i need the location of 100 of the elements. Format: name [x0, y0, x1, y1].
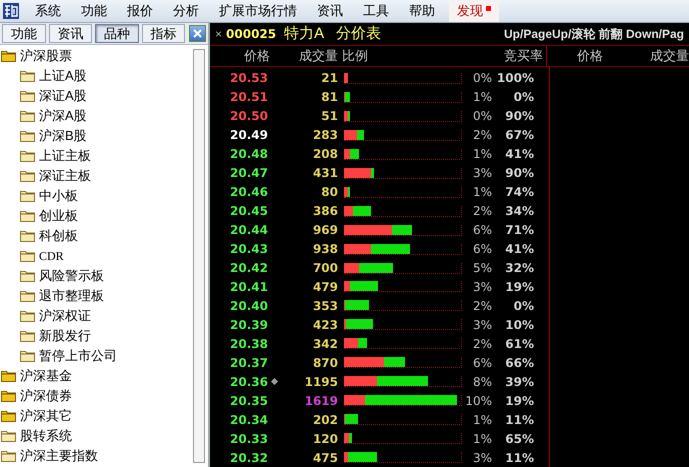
rate-cell-text: 41%: [504, 241, 534, 258]
tree-item[interactable]: 退市整理板: [39, 286, 104, 306]
rate-cell-text: 67%: [504, 127, 534, 144]
volume-cell-text: 479: [312, 278, 338, 296]
menu-item[interactable]: 扩展市场行情: [209, 0, 307, 22]
hint-text: Up/PageUp/滚轮 前翻 Down/Pag: [504, 26, 684, 43]
tree-item[interactable]: 股转系统: [20, 426, 72, 446]
folder-icon: [20, 170, 35, 182]
tree-item[interactable]: 新股发行: [39, 326, 91, 346]
menu-item[interactable]: 系统: [25, 0, 71, 22]
tree-item[interactable]: 沪深其它: [20, 406, 72, 426]
folder-icon: [20, 290, 35, 302]
menu-item[interactable]: 帮助: [399, 0, 445, 22]
tree-item[interactable]: 风险警示板: [39, 266, 104, 286]
percent-cell-text: 6%: [472, 222, 492, 240]
folder-icon: [20, 150, 35, 162]
folder-icon: [20, 130, 35, 142]
tree-item[interactable]: 沪深B股: [39, 126, 87, 146]
tree-item[interactable]: 沪深债券: [20, 386, 72, 406]
price-cell-text: 20.45: [229, 203, 268, 220]
tree-item[interactable]: 中小板: [39, 186, 78, 206]
close-button[interactable]: [189, 25, 206, 42]
menu-item[interactable]: 工具: [353, 0, 399, 22]
tree-item[interactable]: 沪深权证: [39, 306, 91, 326]
rate-cell-text: 90%: [504, 108, 534, 126]
tree-item[interactable]: 上证主板: [39, 146, 91, 166]
volume-cell-text: 870: [312, 354, 338, 372]
price-cell-text: 20.36: [229, 374, 268, 391]
price-cell-text: 20.49: [229, 127, 268, 144]
volume-cell-text: 969: [312, 222, 338, 240]
price-cell-text: 20.34: [229, 412, 268, 429]
percent-cell-text: 1%: [472, 412, 492, 429]
percent-cell-text: 3%: [472, 450, 492, 467]
tree-item[interactable]: 沪深主要指数: [20, 446, 98, 466]
percent-cell-text: 8%: [472, 374, 492, 391]
percent-cell-text: 0%: [472, 108, 492, 126]
volume-cell-text: 283: [312, 127, 338, 144]
folder-icon: [20, 230, 35, 242]
rate-cell-text: 90%: [504, 165, 534, 182]
volume-cell-text: 51: [320, 108, 338, 126]
menu-item[interactable]: 发现: [449, 0, 499, 22]
percent-cell-text: 3%: [472, 165, 492, 182]
folder-icon: [20, 110, 35, 122]
app-logo-icon[interactable]: [3, 3, 19, 19]
price-cell-text: 20.32: [229, 450, 268, 467]
folder-icon: [20, 70, 35, 82]
price-cell-text: 20.47: [229, 165, 268, 182]
sidebar-tab[interactable]: 品种: [95, 24, 139, 43]
menu-item[interactable]: 功能: [71, 0, 117, 22]
close-button[interactable]: ×: [215, 25, 222, 43]
volume-cell-text: 120: [312, 430, 338, 448]
menu-item[interactable]: 资讯: [307, 0, 353, 22]
rate-cell-text: 19%: [504, 278, 534, 296]
tree-item[interactable]: 上证A股: [39, 66, 87, 86]
percent-cell-text: 0%: [472, 70, 492, 88]
price-cell-text: 20.48: [229, 146, 268, 164]
folder-icon: [20, 250, 35, 262]
tree-item[interactable]: 深证A股: [39, 86, 87, 106]
menu-item[interactable]: 分析: [163, 0, 209, 22]
rate-cell-text: 41%: [504, 146, 534, 164]
price-cell-text: 20.38: [229, 336, 268, 353]
percent-cell-text: 3%: [472, 278, 492, 296]
scrollbar[interactable]: [193, 49, 205, 463]
tree-item[interactable]: 创业板: [39, 206, 78, 226]
percent-cell-text: 6%: [472, 354, 492, 372]
volume-cell-text: 1195: [304, 374, 338, 391]
sidebar-tab[interactable]: 功能: [2, 24, 46, 43]
tree-item[interactable]: CDR: [39, 246, 64, 266]
volume-cell-text: 353: [312, 298, 338, 315]
panel-title: 分价表: [336, 24, 382, 44]
volume-cell-text: 208: [312, 146, 338, 164]
tree-item[interactable]: 沪深股票: [20, 46, 72, 66]
column-header: 成交量: [298, 47, 338, 66]
percent-cell-text: 5%: [472, 260, 492, 277]
close-icon: [193, 29, 202, 38]
tree-item[interactable]: 暂停上市公司: [39, 346, 117, 366]
tree-item[interactable]: 沪深基金: [20, 366, 72, 386]
rate-cell-text: 100%: [496, 70, 534, 88]
column-header: 比例: [342, 47, 369, 66]
percent-cell-text: 1%: [472, 430, 492, 448]
volume-cell-text: 700: [312, 260, 338, 277]
percent-cell-text: 6%: [472, 241, 492, 258]
rate-cell-text: 32%: [504, 260, 534, 277]
rate-cell-text: 71%: [504, 222, 534, 240]
tree-item[interactable]: 科创板: [39, 226, 78, 246]
percent-cell-text: 2%: [472, 127, 492, 144]
price-cell-text: 20.39: [229, 316, 268, 334]
menu-item[interactable]: 报价: [117, 0, 163, 22]
volume-cell-text: 342: [312, 336, 338, 353]
price-cell-text: 20.37: [229, 354, 268, 372]
price-cell-text: 20.35: [229, 392, 268, 410]
sidebar-tab[interactable]: 指标: [142, 24, 186, 43]
price-cell-text: 20.44: [229, 222, 268, 240]
folder-icon: [20, 210, 35, 222]
rate-cell-text: 10%: [504, 316, 534, 334]
tree-item[interactable]: 沪深A股: [39, 106, 87, 126]
tree-item[interactable]: 深证主板: [39, 166, 91, 186]
percent-cell-text: 1%: [472, 146, 492, 164]
sidebar-tab[interactable]: 资讯: [48, 24, 92, 43]
rate-cell-text: 0%: [512, 298, 534, 315]
